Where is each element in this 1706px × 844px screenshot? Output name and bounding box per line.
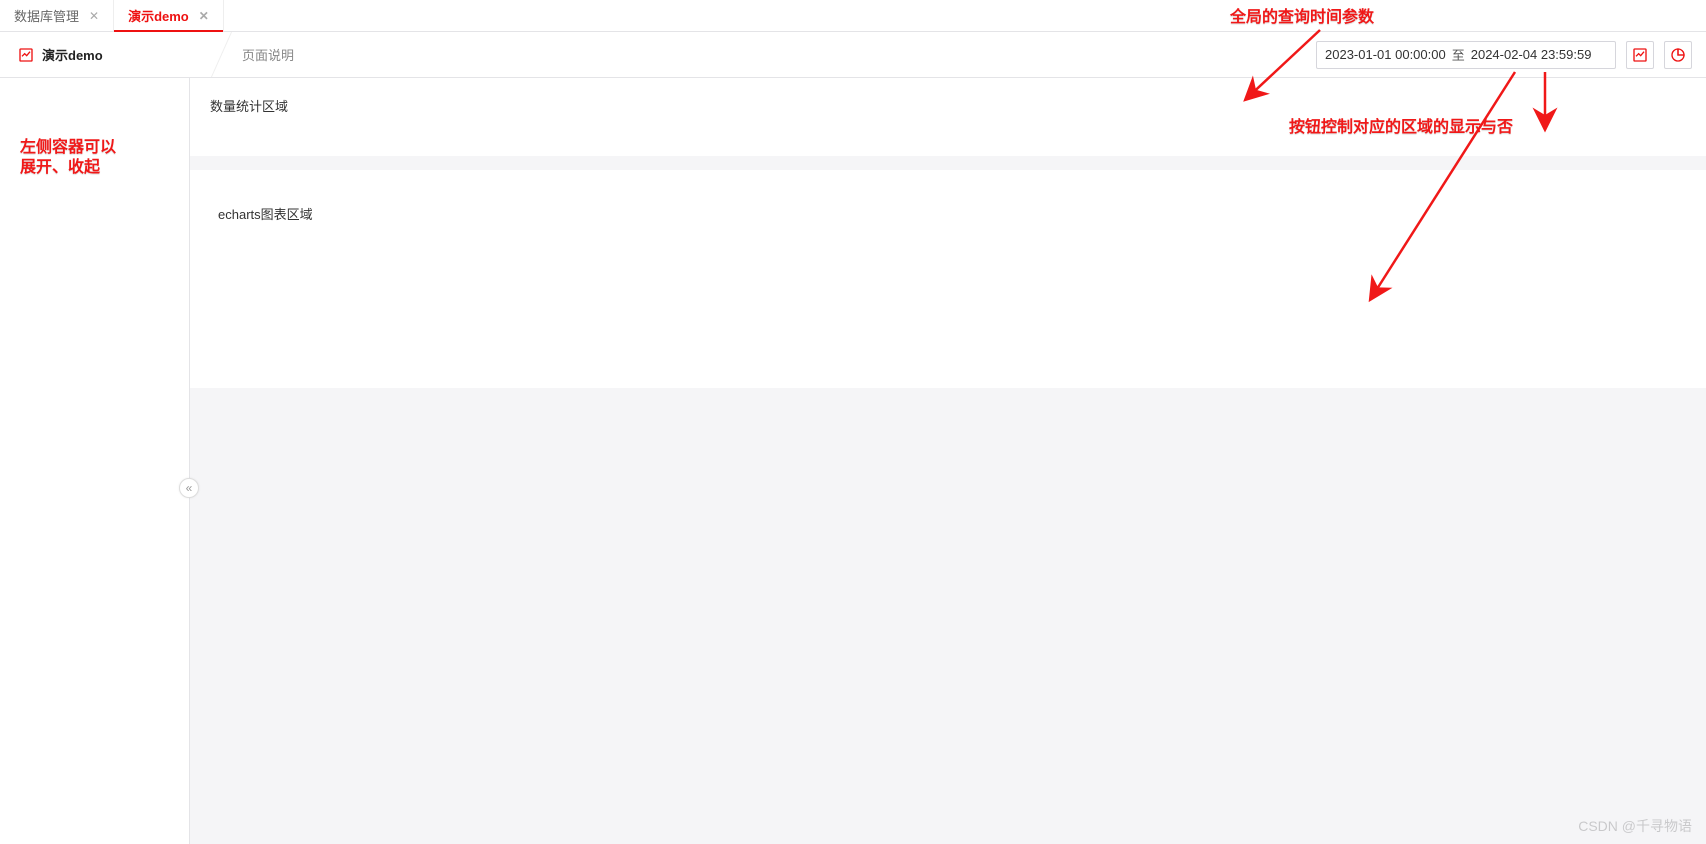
title-block: 演示demo <box>0 32 200 77</box>
tabs-bar: 数据库管理 ✕ 演示demo ✕ <box>0 0 1706 32</box>
date-from: 2023-01-01 00:00:00 <box>1325 47 1446 62</box>
tab-database[interactable]: 数据库管理 ✕ <box>0 0 114 31</box>
page-header: 演示demo 页面说明 2023-01-01 00:00:00 至 2024-0… <box>0 32 1706 78</box>
close-icon[interactable]: ✕ <box>199 9 209 23</box>
watermark: CSDN @千寻物语 <box>1578 816 1692 836</box>
date-to: 2024-02-04 23:59:59 <box>1471 47 1592 62</box>
date-to-word: 至 <box>1452 45 1465 64</box>
toggle-stats-button[interactable] <box>1626 41 1654 69</box>
chart-line-icon <box>18 47 34 63</box>
page-title: 演示demo <box>42 45 103 64</box>
chart-panel: echarts图表区域 <box>190 170 1706 388</box>
chart-box-icon <box>1632 47 1648 63</box>
header-right: 2023-01-01 00:00:00 至 2024-02-04 23:59:5… <box>1316 41 1706 69</box>
content-area: 数量统计区域 echarts图表区域 <box>190 78 1706 844</box>
stats-panel: 数量统计区域 <box>190 78 1706 156</box>
tab-label: 数据库管理 <box>14 6 79 25</box>
close-icon[interactable]: ✕ <box>89 9 99 23</box>
main-layout: « 数量统计区域 echarts图表区域 <box>0 78 1706 844</box>
chart-panel-label: echarts图表区域 <box>218 207 313 222</box>
left-sidebar: « <box>0 78 190 844</box>
stats-panel-label: 数量统计区域 <box>210 96 288 115</box>
chevron-left-icon: « <box>186 481 193 495</box>
tab-demo[interactable]: 演示demo ✕ <box>114 0 224 31</box>
collapse-handle[interactable]: « <box>179 478 199 498</box>
tab-label: 演示demo <box>128 6 189 25</box>
toggle-chart-button[interactable] <box>1664 41 1692 69</box>
page-description: 页面说明 <box>242 45 294 64</box>
pie-chart-icon <box>1670 47 1686 63</box>
date-range-picker[interactable]: 2023-01-01 00:00:00 至 2024-02-04 23:59:5… <box>1316 41 1616 69</box>
